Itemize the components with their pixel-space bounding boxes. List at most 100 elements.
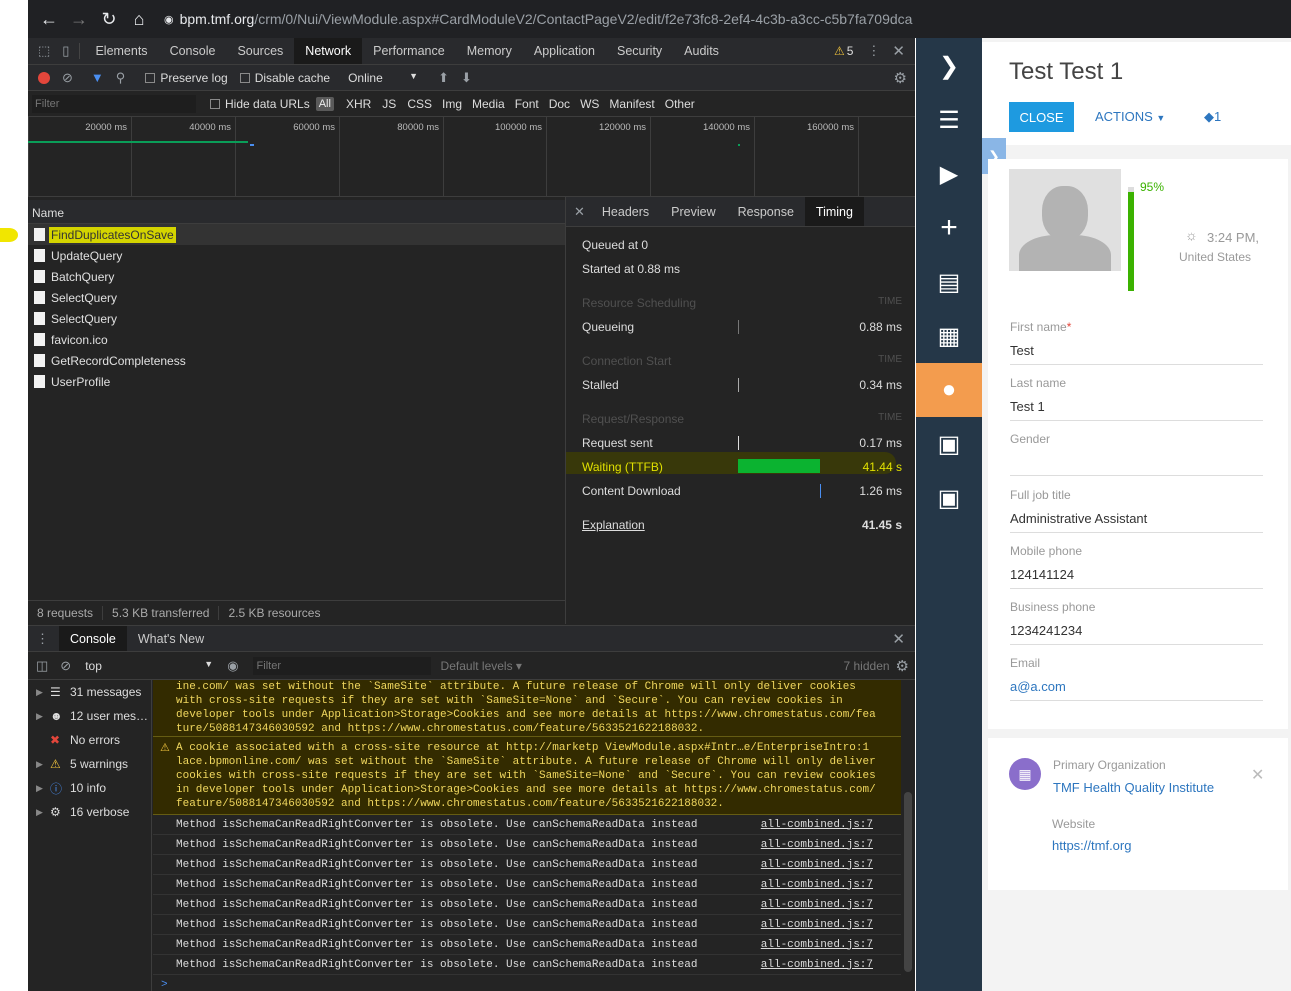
reload-icon[interactable]: ↻: [94, 9, 124, 30]
tab-sources[interactable]: Sources: [226, 38, 294, 64]
website-link[interactable]: https://tmf.org: [1052, 838, 1131, 853]
clear-console-icon[interactable]: ⊘: [60, 658, 71, 674]
close-button[interactable]: CLOSE: [1009, 102, 1074, 132]
list-item[interactable]: UpdateQuery: [28, 245, 565, 266]
source-link[interactable]: all-combined.js:7: [761, 859, 873, 871]
console-filter-messages[interactable]: ▶ ☰ 31 messages: [28, 680, 151, 704]
tab-memory[interactable]: Memory: [456, 38, 523, 64]
tab-console[interactable]: Console: [159, 38, 227, 64]
tag-button[interactable]: ◆1: [1204, 109, 1221, 125]
tab-preview[interactable]: Preview: [660, 197, 726, 226]
console-scrollbar[interactable]: [901, 680, 915, 991]
avatar[interactable]: [1009, 169, 1121, 271]
hide-data-urls-checkbox[interactable]: Hide data URLs: [210, 97, 310, 111]
filter-input[interactable]: [32, 94, 196, 113]
filter-type-font[interactable]: Font: [515, 97, 539, 111]
filter-type-doc[interactable]: Doc: [549, 97, 570, 111]
filter-type-js[interactable]: JS: [382, 97, 396, 111]
building-icon[interactable]: ▦: [916, 309, 982, 363]
inspect-icon[interactable]: ⬚: [38, 43, 50, 59]
console-filter-input[interactable]: [252, 657, 431, 675]
last-name-field[interactable]: Test 1: [1010, 399, 1263, 421]
home-icon[interactable]: ⌂: [124, 9, 154, 30]
filter-icon[interactable]: ▼: [91, 70, 104, 85]
console-filter-info[interactable]: ▶ ⓘ 10 info: [28, 776, 151, 800]
filter-type-manifest[interactable]: Manifest: [609, 97, 654, 111]
email-field[interactable]: a@a.com: [1010, 679, 1263, 701]
console-filter-warnings[interactable]: ▶ ⚠ 5 warnings: [28, 752, 151, 776]
tab-elements[interactable]: Elements: [84, 38, 158, 64]
url-field[interactable]: ◉ bpm.tmf.org/crm/0/Nui/ViewModule.aspx#…: [164, 5, 913, 33]
source-link[interactable]: all-combined.js:7: [761, 899, 873, 911]
filter-type-all[interactable]: All: [315, 96, 334, 111]
tab-network[interactable]: Network: [294, 38, 363, 64]
close-icon[interactable]: ✕: [892, 630, 905, 648]
gender-field[interactable]: [1010, 455, 1263, 476]
list-item[interactable]: FindDuplicatesOnSave: [28, 224, 565, 245]
console-prompt[interactable]: >: [153, 975, 901, 991]
first-name-field[interactable]: Test: [1010, 343, 1263, 365]
more-icon[interactable]: ⋮: [36, 631, 49, 647]
record-icon[interactable]: [38, 71, 50, 84]
list-item[interactable]: SelectQuery: [28, 287, 565, 308]
console-filter-errors[interactable]: ✖ No errors: [28, 728, 151, 752]
filter-type-ws[interactable]: WS: [580, 97, 599, 111]
tab-response[interactable]: Response: [727, 197, 805, 226]
business-phone-field[interactable]: 1234241234: [1010, 623, 1263, 645]
list-item[interactable]: UserProfile: [28, 371, 565, 392]
tab-performance[interactable]: Performance: [362, 38, 456, 64]
download-icon[interactable]: ⬇: [461, 70, 472, 86]
list-item[interactable]: BatchQuery: [28, 266, 565, 287]
tab-audits[interactable]: Audits: [673, 38, 730, 64]
chart-icon[interactable]: ▤: [916, 255, 982, 309]
list-item[interactable]: GetRecordCompleteness: [28, 350, 565, 371]
collapse-chevron-icon[interactable]: ❯: [916, 39, 982, 93]
list-item[interactable]: favicon.ico: [28, 329, 565, 350]
preserve-log-checkbox[interactable]: Preserve log: [145, 71, 228, 85]
sidebar-toggle-icon[interactable]: ◫: [36, 658, 48, 674]
tab-whats-new[interactable]: What's New: [127, 626, 215, 651]
contact-icon[interactable]: ●: [916, 363, 982, 417]
tab-timing[interactable]: Timing: [804, 197, 864, 226]
back-icon[interactable]: ←: [34, 9, 64, 30]
eye-icon[interactable]: ◉: [227, 658, 238, 674]
close-icon[interactable]: ✕: [892, 42, 905, 60]
console-filter-user-messages[interactable]: ▶ ☻ 12 user mes…: [28, 704, 151, 728]
actions-button[interactable]: ACTIONS ▼: [1095, 109, 1165, 124]
chat-icon[interactable]: ▣: [916, 417, 982, 471]
list-item[interactable]: SelectQuery: [28, 308, 565, 329]
filter-type-media[interactable]: Media: [472, 97, 505, 111]
warning-icon[interactable]: ⚠ 5: [834, 44, 853, 58]
play-icon[interactable]: ▶: [916, 147, 982, 201]
source-link[interactable]: all-combined.js:7: [761, 819, 873, 831]
filter-type-css[interactable]: CSS: [407, 97, 432, 111]
context-select[interactable]: top ▼: [85, 659, 213, 673]
throttle-select[interactable]: Online ▼: [348, 71, 418, 85]
disable-cache-checkbox[interactable]: Disable cache: [239, 71, 330, 85]
close-icon[interactable]: ✕: [1251, 765, 1264, 785]
tab-console-drawer[interactable]: Console: [59, 626, 127, 651]
job-title-field[interactable]: Administrative Assistant: [1010, 511, 1263, 533]
mobile-phone-field[interactable]: 124141124: [1010, 567, 1263, 589]
org-link[interactable]: TMF Health Quality Institute: [1053, 780, 1214, 795]
source-link[interactable]: all-combined.js:7: [761, 879, 873, 891]
source-link[interactable]: all-combined.js:7: [761, 939, 873, 951]
gear-icon[interactable]: ⚙: [896, 657, 909, 675]
clear-icon[interactable]: ⊘: [62, 70, 73, 86]
upload-icon[interactable]: ⬆: [438, 70, 449, 86]
search-icon[interactable]: ⚲: [116, 70, 126, 86]
name-column-header[interactable]: Name: [28, 200, 565, 224]
add-icon[interactable]: +: [916, 201, 982, 255]
source-link[interactable]: all-combined.js:7: [761, 959, 873, 971]
source-link[interactable]: all-combined.js:7: [761, 839, 873, 851]
console-filter-verbose[interactable]: ▶ ⚙ 16 verbose: [28, 800, 151, 824]
tab-application[interactable]: Application: [523, 38, 606, 64]
more-icon[interactable]: ⋮: [867, 43, 880, 59]
explanation-link[interactable]: Explanation: [582, 518, 645, 532]
device-toggle-icon[interactable]: ▯: [62, 43, 69, 59]
menu-icon[interactable]: ☰: [916, 93, 982, 147]
gear-icon[interactable]: ⚙: [894, 69, 907, 87]
tab-headers[interactable]: Headers: [591, 197, 660, 226]
filter-type-img[interactable]: Img: [442, 97, 462, 111]
source-link[interactable]: all-combined.js:7: [761, 919, 873, 931]
